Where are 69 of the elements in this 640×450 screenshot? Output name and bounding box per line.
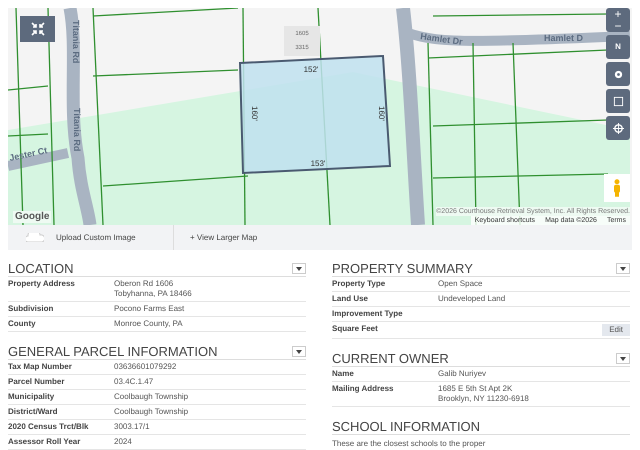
person-icon xyxy=(614,179,620,197)
parcel-outline[interactable] xyxy=(238,54,392,174)
map-logo: Google xyxy=(13,211,52,223)
field-value: Coolbaugh Township xyxy=(114,392,190,402)
section-title: GENERAL PARCEL INFORMATION xyxy=(8,344,218,359)
section-title: SCHOOL INFORMATION xyxy=(332,419,480,434)
settings-button[interactable] xyxy=(606,62,630,86)
fullscreen-button[interactable] xyxy=(20,16,55,42)
square-icon xyxy=(612,96,624,106)
field-label: Property Type xyxy=(332,279,386,289)
road-label: Titania Rd xyxy=(72,108,82,152)
field-value: 2024 xyxy=(114,437,133,447)
field-label: Subdivision xyxy=(8,304,54,314)
field-value: Undeveloped Land xyxy=(438,294,506,304)
section-title: PROPERTY SUMMARY xyxy=(332,261,473,276)
dimension-label: 153' xyxy=(310,159,326,168)
field-value: 03636601079292 xyxy=(114,362,178,372)
field-value: 1685 E 5th St Apt 2K Brooklyn, NY 11230-6918 xyxy=(438,384,530,404)
upload-button[interactable]: Upload Custom Image xyxy=(8,225,174,250)
caret-icon xyxy=(296,350,302,354)
zoom-in-button[interactable]: + xyxy=(606,8,630,20)
section-note: These are the closest schools to the proper xyxy=(332,438,486,450)
section-title: CURRENT OWNER xyxy=(332,351,449,366)
field-label: County xyxy=(8,319,37,329)
caret-icon xyxy=(296,266,302,270)
dimension-label: 160' xyxy=(377,106,386,121)
field-label: Parcel Number xyxy=(8,377,66,387)
collapse-icon xyxy=(30,22,44,36)
field-value: 3003.17/1 xyxy=(114,422,151,432)
road-label: Hamlet D xyxy=(544,33,584,43)
field-label: Improvement Type xyxy=(332,309,404,319)
frame-button[interactable] xyxy=(606,89,630,113)
field-label: Mailing Address xyxy=(332,384,394,394)
field-value: Pocono Farms East xyxy=(114,304,186,314)
collapse-dropdown[interactable] xyxy=(292,263,306,274)
dimension-label: 152' xyxy=(304,65,318,74)
caret-icon xyxy=(620,356,626,360)
caret-icon xyxy=(620,266,626,270)
compass-button[interactable]: N xyxy=(606,35,630,59)
section-title: LOCATION xyxy=(8,261,74,276)
field-label: Square Feet xyxy=(332,324,379,334)
dimension-label: 160' xyxy=(250,106,259,121)
field-label: District/Ward xyxy=(8,407,58,417)
crosshair-icon xyxy=(612,122,624,134)
field-value: Open Space xyxy=(438,279,484,289)
collapse-dropdown[interactable] xyxy=(616,353,630,364)
collapse-dropdown[interactable] xyxy=(616,263,630,274)
lot-number-tag xyxy=(284,26,320,56)
road-label: Jester Ct xyxy=(8,145,48,163)
field-label: Land Use xyxy=(332,294,370,304)
field-value: Oberon Rd 1606 Tobyhanna, PA 18466 xyxy=(114,279,193,299)
edit-button[interactable]: Edit xyxy=(602,324,630,336)
field-value: Monroe County, PA xyxy=(114,319,184,329)
cloud-icon xyxy=(26,233,44,242)
collapse-dropdown[interactable] xyxy=(292,346,306,357)
field-label: Property Address xyxy=(8,279,76,289)
locate-button[interactable] xyxy=(606,116,630,140)
view-larger-map-link[interactable]: + View Larger Map xyxy=(174,225,258,250)
field-label: Tax Map Number xyxy=(8,362,73,372)
field-label: Assessor Roll Year xyxy=(8,437,82,447)
field-value: 03.4C.1.47 xyxy=(114,377,154,387)
field-value: Galib Nuriyev xyxy=(438,369,488,379)
road-label: Titania Rd xyxy=(71,20,81,64)
field-label: Name xyxy=(332,369,355,379)
field-label: Municipality xyxy=(8,392,56,402)
field-value: Coolbaugh Township xyxy=(114,407,190,417)
zoom-out-button[interactable]: − xyxy=(606,20,630,32)
road-label: Hamlet Dr xyxy=(420,31,464,47)
field-label: 2020 Census Trct/Blk xyxy=(8,422,90,432)
